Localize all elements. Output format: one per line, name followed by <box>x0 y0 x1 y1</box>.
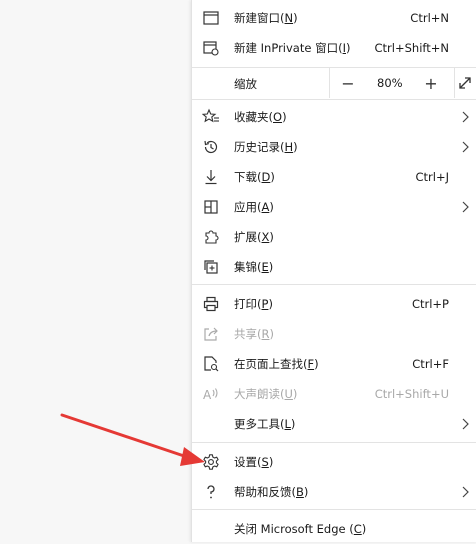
menu-item-label: 应用(A) <box>234 200 274 214</box>
menu-item-help-feedback[interactable]: 帮助和反馈(B) <box>192 477 476 507</box>
menu-item-label: 新建 InPrivate 窗口(I) <box>234 41 351 55</box>
zoom-level: 80% <box>377 76 403 90</box>
zoom-out-button[interactable]: − <box>337 72 359 94</box>
collections-icon <box>201 257 221 277</box>
zoom-row: 缩放 − 80% + <box>192 68 476 98</box>
shortcut-text: Ctrl+J <box>415 170 450 184</box>
menu-item-label: 设置(S) <box>234 455 274 469</box>
menu-item-label: 扩展(X) <box>234 230 274 244</box>
separator <box>192 442 476 443</box>
menu-item-close-edge[interactable]: 关闭 Microsoft Edge (C) <box>192 514 476 544</box>
inprivate-window-icon <box>201 38 221 58</box>
menu-item-extensions[interactable]: 扩展(X) <box>192 222 476 252</box>
menu-item-label: 收藏夹(O) <box>234 110 287 124</box>
menu-item-collections[interactable]: 集锦(E) <box>192 252 476 282</box>
menu-item-label: 共享(R) <box>234 327 274 341</box>
separator <box>192 509 476 510</box>
menu-item-print[interactable]: 打印(P) Ctrl+P <box>192 289 476 319</box>
puzzle-icon <box>201 227 221 247</box>
chevron-right-icon <box>462 111 469 123</box>
zoom-label: 缩放 <box>234 77 257 91</box>
menu-item-find-on-page[interactable]: 在页面上查找(F) Ctrl+F <box>192 349 476 379</box>
shortcut-text: Ctrl+F <box>412 357 449 371</box>
menu-item-label: 关闭 Microsoft Edge (C) <box>234 522 367 536</box>
menu-item-new-inprivate-window[interactable]: 新建 InPrivate 窗口(I) Ctrl+Shift+N <box>192 33 476 63</box>
separator <box>192 284 476 285</box>
menu-item-read-aloud: A 大声朗读(U) Ctrl+Shift+U <box>192 379 476 409</box>
fullscreen-icon[interactable] <box>455 73 475 93</box>
menu-item-history[interactable]: 历史记录(H) <box>192 132 476 162</box>
shortcut-text: Ctrl+Shift+U <box>374 387 449 401</box>
zoom-controls: − 80% + <box>329 68 455 98</box>
menu-item-new-window[interactable]: 新建窗口(N) Ctrl+N <box>192 3 476 33</box>
chevron-right-icon <box>462 418 469 430</box>
apps-icon <box>201 197 221 217</box>
share-icon <box>201 324 221 344</box>
chevron-right-icon <box>462 201 469 213</box>
shortcut-text: Ctrl+Shift+N <box>374 41 449 55</box>
gear-icon <box>201 452 221 472</box>
window-icon <box>201 8 221 28</box>
shortcut-text: Ctrl+P <box>411 297 449 311</box>
menu-item-share: 共享(R) <box>192 319 476 349</box>
svg-text:A: A <box>203 388 212 402</box>
favorites-star-icon <box>201 107 221 127</box>
menu-item-favorites[interactable]: 收藏夹(O) <box>192 102 476 132</box>
find-in-page-icon <box>201 354 221 374</box>
menu-item-label: 集锦(E) <box>234 260 274 274</box>
menu-item-downloads[interactable]: 下载(D) Ctrl+J <box>192 162 476 192</box>
shortcut-text: Ctrl+N <box>410 11 449 25</box>
menu-item-more-tools[interactable]: 更多工具(L) <box>192 409 476 439</box>
browser-settings-menu: 新建窗口(N) Ctrl+N 新建 InPrivate 窗口(I) Ctrl+S… <box>191 0 476 542</box>
read-aloud-icon: A <box>201 384 221 404</box>
menu-item-label: 历史记录(H) <box>234 140 298 154</box>
download-icon <box>201 167 221 187</box>
menu-item-settings[interactable]: 设置(S) <box>192 447 476 477</box>
help-question-icon <box>201 482 221 502</box>
menu-item-label: 更多工具(L) <box>234 417 296 431</box>
menu-item-label: 在页面上查找(F) <box>234 357 319 371</box>
menu-item-label: 大声朗读(U) <box>234 387 298 401</box>
menu-item-apps[interactable]: 应用(A) <box>192 192 476 222</box>
menu-item-label: 新建窗口(N) <box>234 11 298 25</box>
chevron-right-icon <box>462 486 469 498</box>
history-icon <box>201 137 221 157</box>
separator <box>192 99 476 100</box>
zoom-in-button[interactable]: + <box>420 72 442 94</box>
chevron-right-icon <box>462 141 469 153</box>
menu-item-label: 下载(D) <box>234 170 275 184</box>
menu-item-label: 帮助和反馈(B) <box>234 485 309 499</box>
printer-icon <box>201 294 221 314</box>
menu-item-label: 打印(P) <box>234 297 273 311</box>
